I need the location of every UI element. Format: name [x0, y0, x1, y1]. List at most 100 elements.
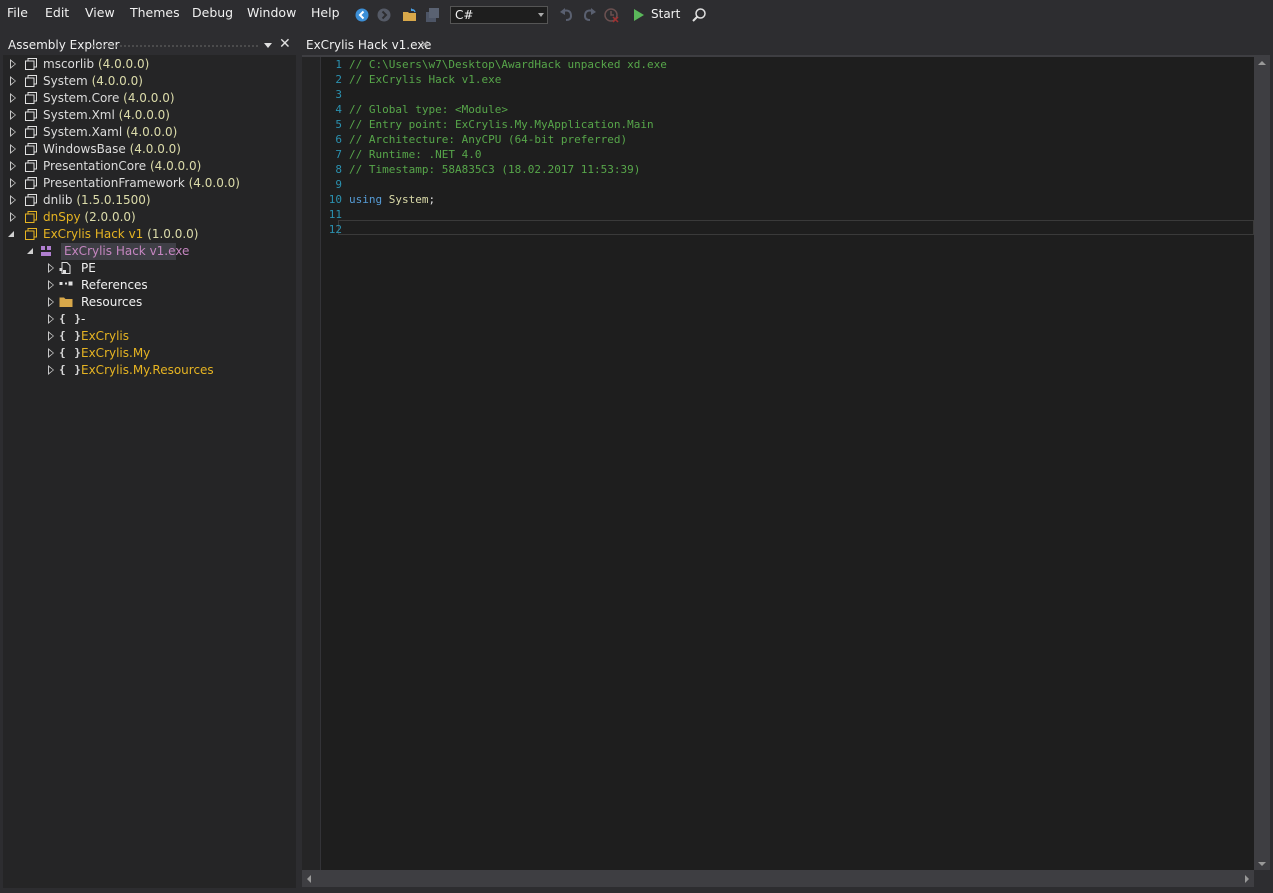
- expand-closed-icon[interactable]: [48, 314, 54, 324]
- tree-item-assembly[interactable]: PresentationFramework (4.0.0.0): [3, 175, 296, 192]
- menu-view[interactable]: View: [85, 5, 115, 20]
- horizontal-scrollbar[interactable]: [302, 870, 1254, 887]
- assembly-name: System.Core: [43, 91, 120, 105]
- expand-closed-icon[interactable]: [10, 93, 16, 103]
- start-button[interactable]: Start: [651, 7, 680, 21]
- tree-item-assembly[interactable]: mscorlib (4.0.0.0): [3, 56, 296, 73]
- code-line: 7 // Runtime: .NET 4.0: [320, 148, 1254, 163]
- chevron-down-icon[interactable]: [264, 43, 272, 48]
- tree-item-label: References: [81, 278, 148, 292]
- tree-item-assembly[interactable]: PresentationCore (4.0.0.0): [3, 158, 296, 175]
- menu-themes[interactable]: Themes: [130, 5, 180, 20]
- undo-icon[interactable]: [559, 7, 575, 23]
- expand-closed-icon[interactable]: [10, 110, 16, 120]
- tab-excrylis-hack[interactable]: ExCrylis Hack v1.exe ✕: [302, 35, 434, 55]
- tree-item-module[interactable]: ExCrylis Hack v1.exe: [3, 243, 296, 260]
- assembly-icon: [25, 109, 37, 121]
- tree-item-assembly[interactable]: System.Core (4.0.0.0): [3, 90, 296, 107]
- close-icon[interactable]: ✕: [279, 36, 291, 52]
- scroll-right-icon[interactable]: [1245, 875, 1249, 883]
- line-number: 5: [335, 118, 342, 131]
- expand-closed-icon[interactable]: [10, 195, 16, 205]
- tree-item-label: -: [81, 312, 86, 326]
- assembly-version: (4.0.0.0): [188, 176, 240, 190]
- expand-closed-icon[interactable]: [10, 161, 16, 171]
- expand-closed-icon[interactable]: [48, 331, 54, 341]
- expand-closed-icon[interactable]: [48, 365, 54, 375]
- expand-closed-icon[interactable]: [48, 348, 54, 358]
- expand-closed-icon[interactable]: [48, 263, 54, 273]
- expand-closed-icon[interactable]: [10, 212, 16, 222]
- tree-item-child[interactable]: { } ExCrylis.My: [3, 345, 296, 362]
- code-line: 8 // Timestamp: 58A835C3 (18.02.2017 11:5…: [320, 163, 1254, 178]
- code-line: 2 // ExCrylis Hack v1.exe: [320, 73, 1254, 88]
- language-select[interactable]: C#: [450, 6, 548, 24]
- module-icon: [40, 245, 52, 257]
- expand-closed-icon[interactable]: [10, 127, 16, 137]
- module-name: ExCrylis Hack v1.exe: [64, 244, 190, 258]
- namespace-icon: { }: [59, 329, 82, 342]
- redo-icon[interactable]: [581, 7, 597, 23]
- assembly-version: (4.0.0.0): [126, 125, 178, 139]
- open-icon[interactable]: [402, 7, 418, 23]
- menu-edit[interactable]: Edit: [45, 5, 69, 20]
- back-icon[interactable]: [354, 7, 370, 23]
- tree-item-assembly[interactable]: System (4.0.0.0): [3, 73, 296, 90]
- forward-icon[interactable]: [376, 7, 392, 23]
- assembly-version: (4.0.0.0): [118, 108, 170, 122]
- tree-item-label: ExCrylis.My: [81, 346, 151, 360]
- line-number: 6: [335, 133, 342, 146]
- assembly-icon: [25, 177, 37, 189]
- assembly-name: ExCrylis Hack v1: [43, 227, 144, 241]
- tree-item-child[interactable]: { } ExCrylis: [3, 328, 296, 345]
- tree-item-child[interactable]: References: [3, 277, 296, 294]
- menu-file[interactable]: File: [7, 5, 28, 20]
- assembly-icon: [25, 160, 37, 172]
- namespace-icon: { }: [59, 346, 82, 359]
- scroll-left-icon[interactable]: [307, 875, 311, 883]
- tree-item-assembly[interactable]: dnlib (1.5.0.1500): [3, 192, 296, 209]
- code-editor[interactable]: 1 // C:\Users\w7\Desktop\AwardHack unpack…: [302, 57, 1254, 870]
- tree-item-child[interactable]: { } ExCrylis.My.Resources: [3, 362, 296, 379]
- menu-debug[interactable]: Debug: [192, 5, 233, 20]
- expand-closed-icon[interactable]: [10, 76, 16, 86]
- tree-item-assembly[interactable]: ExCrylis Hack v1 (1.0.0.0): [3, 226, 296, 243]
- tree-item-assembly[interactable]: System.Xml (4.0.0.0): [3, 107, 296, 124]
- tree-item-child[interactable]: PE: [3, 260, 296, 277]
- tree-item-assembly[interactable]: WindowsBase (4.0.0.0): [3, 141, 296, 158]
- assembly-version: (1.5.0.1500): [76, 193, 151, 207]
- panel-grip[interactable]: [91, 44, 259, 48]
- search-icon[interactable]: [691, 7, 707, 23]
- expand-closed-icon[interactable]: [48, 297, 54, 307]
- clear-history-icon[interactable]: [603, 7, 619, 23]
- assembly-version: (4.0.0.0): [97, 57, 150, 71]
- vertical-scroll-thumb[interactable]: [1257, 71, 1267, 859]
- vertical-scrollbar[interactable]: [1254, 57, 1270, 870]
- menu-help[interactable]: Help: [311, 5, 340, 20]
- code-line: 11: [320, 208, 1254, 223]
- scroll-up-icon[interactable]: [1258, 61, 1266, 65]
- expand-open-icon[interactable]: [8, 231, 14, 237]
- expand-closed-icon[interactable]: [48, 280, 54, 290]
- tab-label: ExCrylis Hack v1.exe: [306, 38, 432, 52]
- expand-closed-icon[interactable]: [10, 144, 16, 154]
- expand-open-icon[interactable]: [27, 248, 33, 254]
- expand-closed-icon[interactable]: [10, 178, 16, 188]
- scroll-down-icon[interactable]: [1258, 862, 1266, 866]
- close-icon[interactable]: ✕: [420, 38, 429, 51]
- tree-item-assembly[interactable]: System.Xaml (4.0.0.0): [3, 124, 296, 141]
- code-line: 12: [320, 223, 1254, 238]
- play-icon[interactable]: [631, 7, 647, 23]
- menu-window[interactable]: Window: [247, 5, 296, 20]
- tree-item-child[interactable]: Resources: [3, 294, 296, 311]
- code-text: using System;: [349, 193, 435, 206]
- save-icon[interactable]: [424, 7, 440, 23]
- assembly-version: (4.0.0.0): [91, 74, 143, 88]
- tree-item-assembly[interactable]: dnSpy (2.0.0.0): [3, 209, 296, 226]
- code-type: System: [388, 193, 429, 206]
- expand-closed-icon[interactable]: [10, 59, 16, 69]
- assembly-name: PresentationFramework: [43, 176, 185, 190]
- code-line: 10 using System;: [320, 193, 1254, 208]
- tree-item-child[interactable]: { } -: [3, 311, 296, 328]
- code-line: 9: [320, 178, 1254, 193]
